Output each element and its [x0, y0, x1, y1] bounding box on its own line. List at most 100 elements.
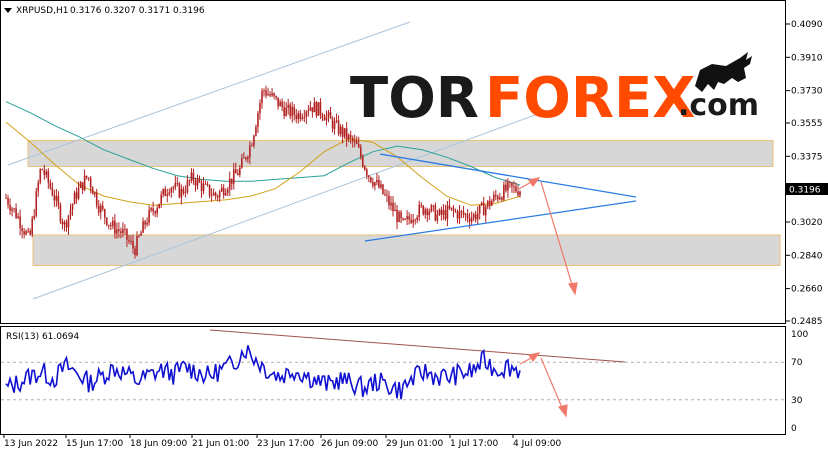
candle-body [186, 180, 189, 193]
candle-body [224, 192, 227, 196]
candle-body [450, 207, 453, 209]
candle-body [25, 231, 27, 235]
candle-body [234, 169, 237, 174]
candle-body [154, 211, 156, 214]
candle-body [75, 192, 78, 199]
candle-body [166, 194, 169, 196]
candle-body [232, 169, 235, 184]
candle-body [313, 102, 316, 113]
time-axis: 13 Jun 2022 15 Jun 17:00 18 Jun 09:00 21 Ju… [3, 434, 562, 449]
candle-body [134, 248, 136, 256]
candle-body [275, 95, 277, 98]
candle-body [466, 214, 469, 219]
candle-body [384, 193, 386, 195]
candle-body [372, 182, 374, 186]
candle-body [142, 221, 144, 233]
candle-body [267, 94, 269, 96]
candle-body [126, 228, 128, 240]
time-tick-label: 26 Jun 09:00 [321, 439, 378, 449]
candle-body [122, 228, 124, 234]
candle-body [194, 180, 197, 186]
candle-body [176, 182, 179, 184]
logo-suffix: .com [678, 88, 759, 123]
candle-body [400, 212, 402, 219]
rsi-tick-label: 0 [791, 424, 797, 434]
candle-body [200, 182, 203, 192]
candle-body [374, 182, 376, 186]
candle-body [245, 157, 247, 160]
candle-body [261, 90, 263, 104]
candle-body [495, 194, 497, 197]
candle-body [47, 171, 50, 183]
candle-body [404, 219, 406, 220]
rsi-tick-label: 30 [791, 396, 803, 406]
candle-body [394, 209, 396, 212]
candle-body [182, 188, 185, 193]
price-tick-label: 0.4090 [791, 20, 823, 30]
candle-body [279, 101, 281, 107]
candle-body [366, 169, 368, 176]
candle-body [315, 102, 318, 116]
candle-body [251, 145, 253, 147]
price-zone [27, 140, 774, 167]
candle-body [416, 217, 418, 220]
candle-body [192, 172, 195, 181]
candle-body [442, 210, 445, 215]
rsi-tick-label: 70 [791, 358, 803, 368]
candle-body [454, 210, 457, 212]
candle-body [349, 134, 352, 138]
candle-body [283, 107, 285, 117]
rsi-plot-frame [0, 326, 786, 435]
candle-body [357, 144, 360, 148]
candle-body [436, 214, 439, 221]
candle-body [295, 114, 298, 119]
ohlc-values: 0.3176 0.3207 0.3171 0.3196 [70, 6, 205, 16]
candle-body [162, 189, 165, 195]
candle-body [444, 210, 447, 219]
candle-body [208, 184, 211, 196]
candle-body [41, 169, 44, 170]
candle-body [164, 189, 167, 196]
candle-body [9, 204, 11, 211]
candle-body [206, 183, 209, 185]
candle-body [490, 200, 493, 206]
candle-body [63, 222, 66, 225]
candle-body [363, 166, 366, 170]
candle-body [392, 202, 394, 212]
price-chart-canvas: 0.40900.39100.37300.35550.33750.31950.30… [0, 0, 828, 449]
candle-body [470, 217, 473, 222]
candle-body [277, 97, 279, 107]
candle-body [488, 200, 491, 206]
candle-body [376, 179, 378, 183]
candle-body [7, 198, 9, 205]
candle-body [120, 231, 122, 234]
candle-body [128, 239, 130, 242]
candle-body [505, 184, 507, 191]
candle-body [273, 93, 275, 96]
candle-body [91, 187, 94, 195]
candle-body [33, 215, 36, 219]
candle-body [57, 195, 60, 205]
candle-body [456, 211, 459, 219]
candle-body [515, 186, 517, 192]
candle-body [327, 112, 330, 116]
candle-body [370, 177, 372, 183]
rsi-label: RSI(13) 61.0694 [6, 332, 79, 342]
candle-body [216, 196, 219, 198]
candle-body [146, 222, 148, 225]
candle-body [103, 209, 106, 218]
candle-body [329, 112, 332, 119]
candle-body [87, 177, 90, 179]
candle-body [158, 203, 160, 209]
candle-body [83, 175, 86, 191]
candle-body [204, 183, 207, 185]
candle-body [79, 182, 82, 188]
candle-body [271, 93, 273, 96]
price-axis: 0.40900.39100.37300.35550.33750.31950.30… [786, 20, 823, 327]
candle-body [446, 205, 449, 219]
candle-body [152, 208, 154, 212]
candle-body [355, 140, 358, 145]
candle-body [325, 115, 328, 121]
candle-body [241, 158, 243, 168]
chart-header: XRPUSD,H1 0.3176 0.3207 0.3171 0.3196 [4, 6, 205, 16]
